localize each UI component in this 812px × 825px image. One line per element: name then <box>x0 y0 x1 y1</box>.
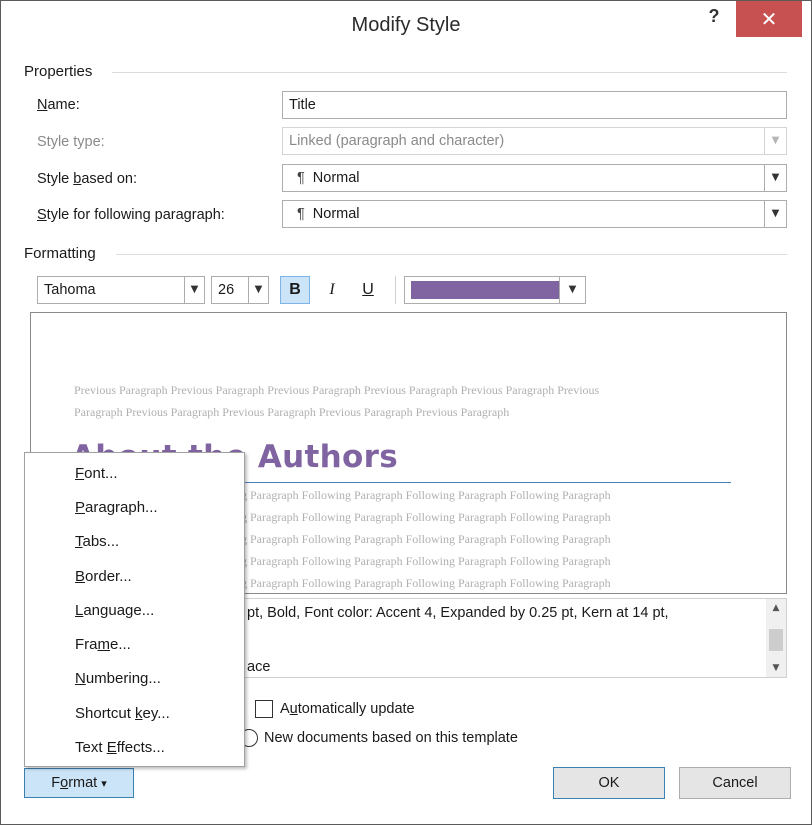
scrollbar-thumb[interactable] <box>769 629 783 651</box>
chevron-down-icon[interactable]: ▼ <box>559 277 585 303</box>
formatting-section-label: Formatting <box>24 245 96 262</box>
new-documents-label: New documents based on this template <box>264 730 518 746</box>
previous-paragraph-text: Paragraph Previous Paragraph Previous Pa… <box>74 405 510 419</box>
previous-paragraph-text: Previous Paragraph Previous Paragraph Pr… <box>74 383 600 397</box>
chevron-down-icon[interactable]: ▼ <box>184 277 204 303</box>
font-color-swatch <box>411 281 559 299</box>
properties-section-label: Properties <box>24 63 93 80</box>
menu-item-border[interactable]: Border... <box>75 568 132 585</box>
scroll-down-icon[interactable]: ▼ <box>766 659 786 677</box>
paragraph-mark-icon: ¶ <box>297 170 305 186</box>
format-menu-button[interactable]: Format ▾ <box>24 768 134 798</box>
underline-button[interactable]: U <box>354 276 382 304</box>
following-paragraph-text: g Paragraph Following Paragraph Followin… <box>241 510 611 524</box>
following-paragraph-label: Style for following paragraph: <box>37 207 225 223</box>
chevron-down-icon[interactable]: ▼ <box>248 277 268 303</box>
description-scrollbar[interactable]: ▲ ▼ <box>766 599 786 677</box>
font-name-dropdown[interactable]: Tahoma ▼ <box>37 276 205 304</box>
style-type-value: Linked (paragraph and character) <box>289 133 505 149</box>
scroll-up-icon[interactable]: ▲ <box>766 599 786 617</box>
chevron-down-icon[interactable]: ▼ <box>764 165 786 191</box>
following-paragraph-dropdown[interactable]: ¶ Normal ▼ <box>282 200 787 228</box>
following-paragraph-text: g Paragraph Following Paragraph Followin… <box>241 554 611 568</box>
font-color-dropdown[interactable]: ▼ <box>404 276 586 304</box>
based-on-dropdown[interactable]: ¶ Normal ▼ <box>282 164 787 192</box>
name-label: Name: <box>37 97 80 113</box>
font-size-value: 26 <box>218 282 235 298</box>
following-paragraph-text: g Paragraph Following Paragraph Followin… <box>241 488 611 502</box>
formatting-divider <box>116 254 787 255</box>
auto-update-label: Automatically update <box>280 701 415 717</box>
following-paragraph-text: g Paragraph Following Paragraph Followin… <box>241 576 611 590</box>
style-description-text: pt, Bold, Font color: Accent 4, Expanded… <box>247 605 669 621</box>
font-name-value: Tahoma <box>44 282 96 298</box>
dropdown-arrow-icon: ▾ <box>101 778 107 790</box>
based-on-value: ¶ Normal <box>297 170 360 186</box>
menu-item-paragraph[interactable]: Paragraph... <box>75 499 158 516</box>
format-menu: Font... Paragraph... Tabs... Border... L… <box>24 452 245 767</box>
dialog-title: Modify Style <box>351 14 461 36</box>
properties-divider <box>112 72 787 73</box>
name-input-value: Title <box>289 97 316 113</box>
menu-item-frame[interactable]: Frame... <box>75 636 131 653</box>
style-type-dropdown: Linked (paragraph and character) ▼ <box>282 127 787 155</box>
name-input[interactable]: Title <box>282 91 787 119</box>
chevron-down-icon: ▼ <box>764 128 786 154</box>
following-paragraph-value: ¶ Normal <box>297 206 360 222</box>
menu-item-text-effects[interactable]: Text Effects... <box>75 739 165 756</box>
bold-button[interactable]: B <box>280 276 310 304</box>
menu-item-font[interactable]: Font... <box>75 465 118 482</box>
style-type-label: Style type: <box>37 134 105 150</box>
italic-button[interactable]: I <box>318 276 346 304</box>
following-paragraph-text: g Paragraph Following Paragraph Followin… <box>241 532 611 546</box>
close-button[interactable]: ✕ <box>736 1 802 37</box>
font-size-dropdown[interactable]: 26 ▼ <box>211 276 269 304</box>
chevron-down-icon[interactable]: ▼ <box>764 201 786 227</box>
menu-item-language[interactable]: Language... <box>75 602 154 619</box>
style-description-text: ace <box>247 659 271 675</box>
based-on-label: Style based on: <box>37 171 137 187</box>
ok-button[interactable]: OK <box>553 767 665 799</box>
menu-item-numbering[interactable]: Numbering... <box>75 670 161 687</box>
menu-item-shortcut-key[interactable]: Shortcut key... <box>75 705 170 722</box>
paragraph-mark-icon: ¶ <box>297 206 305 222</box>
toolbar-separator <box>395 276 396 304</box>
help-button[interactable]: ? <box>700 6 728 32</box>
cancel-button[interactable]: Cancel <box>679 767 791 799</box>
menu-item-tabs[interactable]: Tabs... <box>75 533 119 550</box>
auto-update-checkbox[interactable] <box>255 700 273 718</box>
